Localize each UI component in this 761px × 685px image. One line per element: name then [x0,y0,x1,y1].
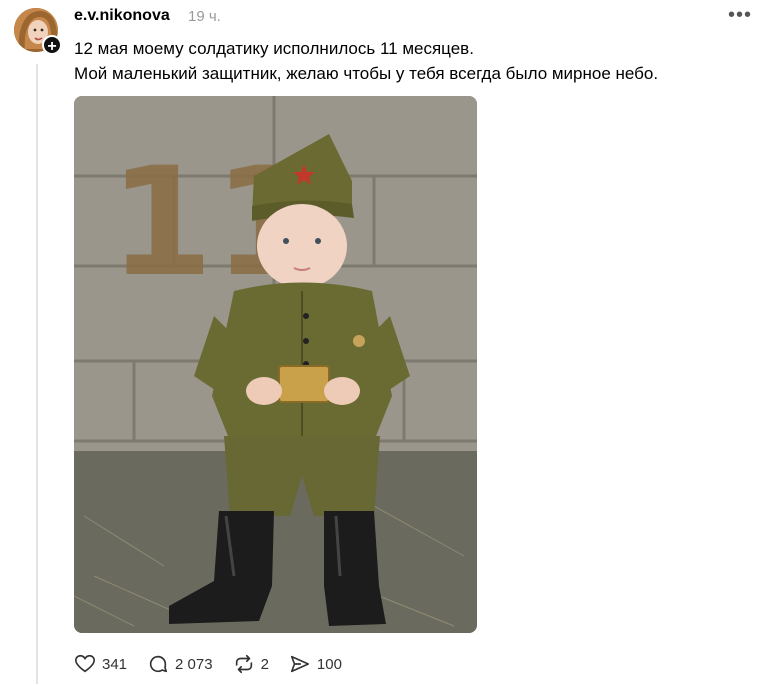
share-button[interactable]: 100 [289,653,342,675]
plus-icon[interactable]: + [42,35,62,55]
reply-count: 2 073 [175,655,213,673]
post-text-line: Мой маленький защитник, желаю чтобы у те… [74,64,659,83]
thread-line [36,64,38,684]
share-count: 100 [316,655,342,673]
post-photo[interactable]: 11 [74,96,477,633]
like-count: 341 [102,655,128,673]
post-actions: 341 2 073 2 100 [74,652,362,676]
repost-icon [235,654,252,674]
comment-icon [149,655,168,673]
reply-button[interactable]: 2 073 [147,653,213,675]
heart-icon [75,654,95,673]
username[interactable]: e.v.nikonova [74,7,170,25]
like-button[interactable]: 341 [74,653,127,675]
send-icon [290,655,309,673]
photo-image: 11 [74,96,477,633]
post-time: 19 ч. [188,8,221,25]
repost-count: 2 [260,655,269,673]
post-text-line: 12 мая моему солдатику исполнилось 11 ме… [74,39,474,58]
repost-button[interactable]: 2 [233,653,269,675]
more-icon[interactable]: ••• [728,4,752,27]
post-text: 12 мая моему солдатику исполнилось 11 ме… [74,36,744,86]
